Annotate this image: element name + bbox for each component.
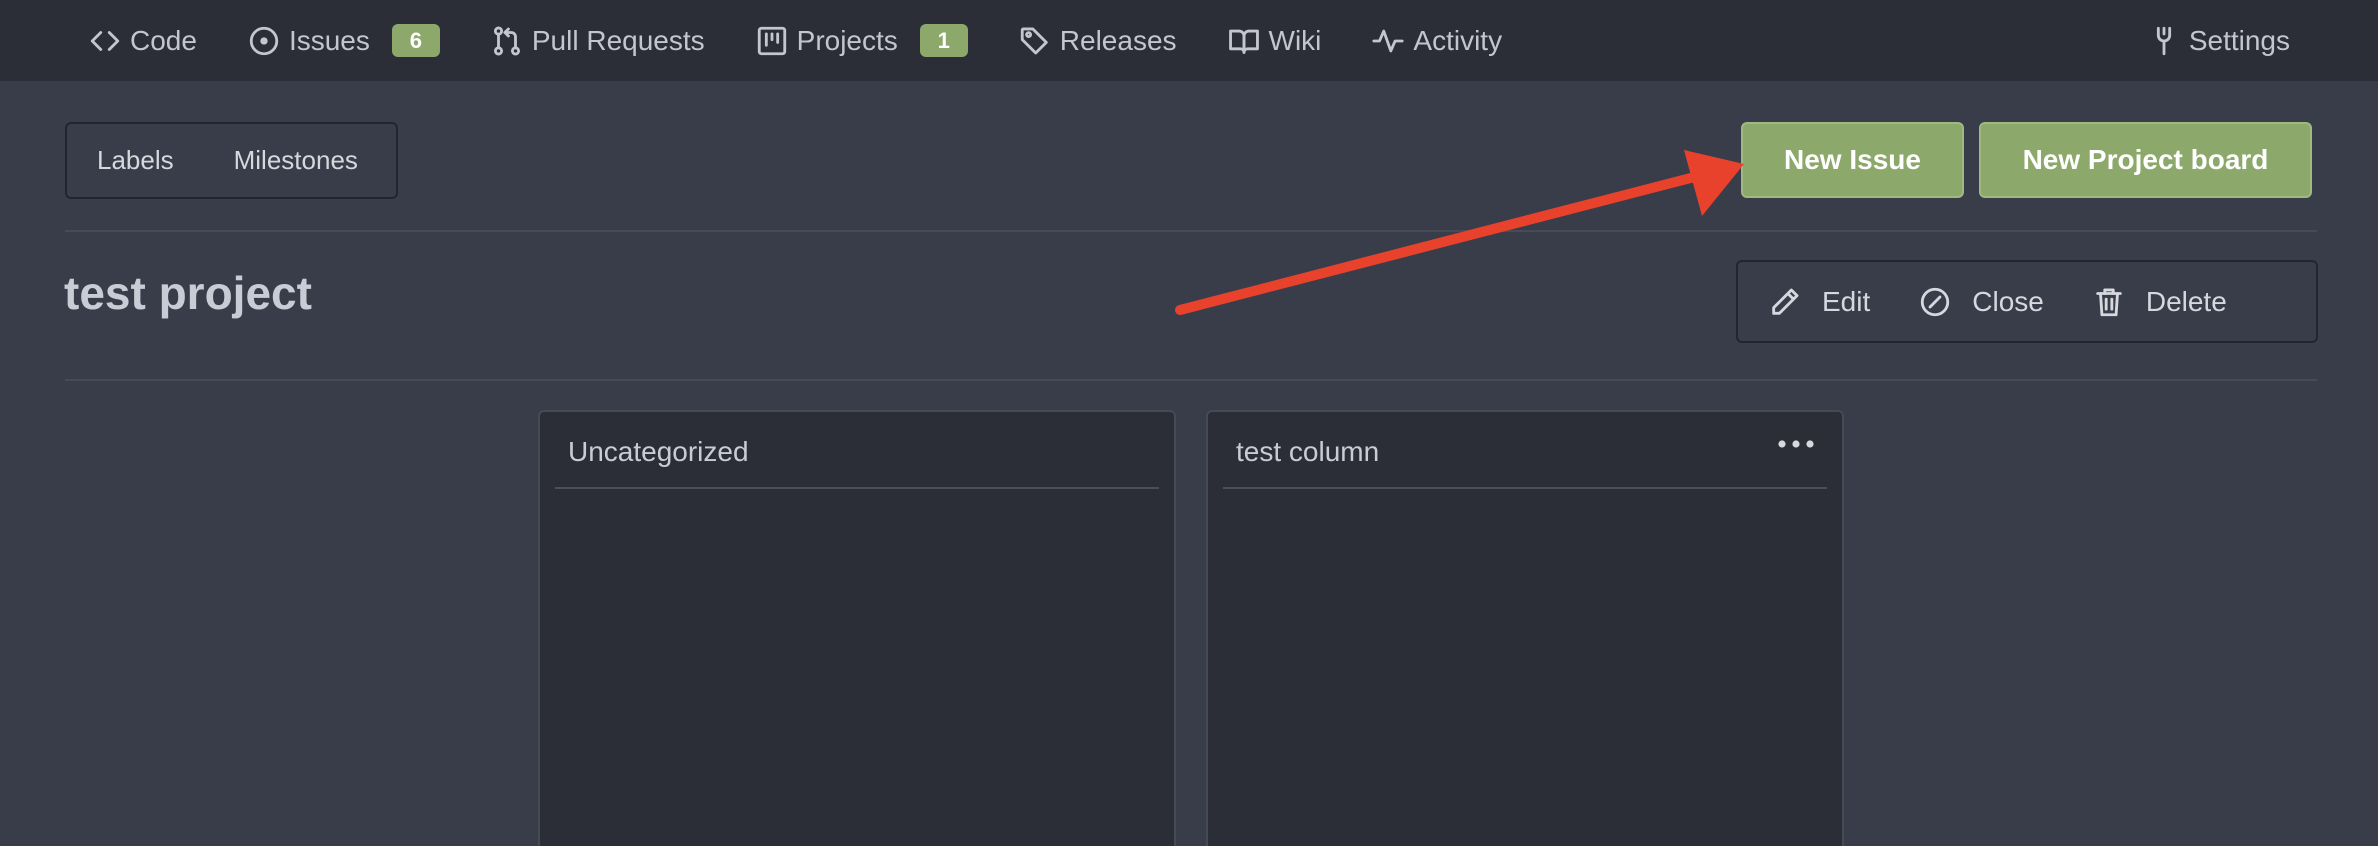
- nav-projects-label: Projects: [796, 24, 898, 56]
- pencil-icon: [1768, 285, 1802, 319]
- git-pull-request-icon: [490, 24, 524, 58]
- issue-opened-icon: [247, 24, 281, 58]
- nav-code-label: Code: [130, 24, 197, 56]
- circle-slash-icon: [1918, 285, 1952, 319]
- column-title: test column: [1236, 436, 1380, 467]
- delete-label: Delete: [2145, 285, 2227, 317]
- project-page: Code Issues 6 Pull Requests Projects 1 R…: [0, 0, 2378, 846]
- nav-settings[interactable]: Settings: [2147, 0, 2290, 81]
- nav-activity-label: Activity: [1413, 24, 1503, 56]
- issues-submenu: Labels Milestones: [65, 122, 398, 199]
- close-label: Close: [1972, 285, 2044, 317]
- project-column: Uncategorized: [538, 410, 1176, 846]
- nav-releases-label: Releases: [1059, 24, 1177, 56]
- tools-icon: [2147, 24, 2181, 58]
- project-board-icon: [755, 24, 789, 58]
- repo-nav: Code Issues 6 Pull Requests Projects 1 R…: [0, 0, 2378, 81]
- nav-settings-label: Settings: [2188, 24, 2290, 56]
- new-project-board-button[interactable]: New Project board: [1979, 122, 2312, 198]
- projects-count-badge: 1: [919, 24, 968, 57]
- new-issue-button[interactable]: New Issue: [1741, 122, 1964, 198]
- project-title: test project: [64, 267, 312, 319]
- header-divider: [65, 230, 2317, 232]
- column-separator: [1223, 487, 1827, 489]
- nav-wiki[interactable]: Wiki: [1227, 0, 1322, 81]
- nav-wiki-label: Wiki: [1268, 24, 1322, 56]
- project-actions: Edit Close Delete: [1736, 260, 2318, 343]
- edit-label: Edit: [1822, 285, 1871, 317]
- nav-pull-requests[interactable]: Pull Requests: [490, 0, 705, 81]
- nav-pull-requests-label: Pull Requests: [531, 24, 705, 56]
- project-column: test column: [1206, 410, 1844, 846]
- edit-button[interactable]: Edit: [1768, 285, 1870, 319]
- column-title: Uncategorized: [568, 436, 749, 467]
- close-button[interactable]: Close: [1918, 285, 2044, 319]
- title-divider: [65, 379, 2317, 381]
- kebab-horizontal-icon[interactable]: [1776, 436, 1816, 456]
- trash-icon: [2092, 285, 2126, 319]
- pulse-icon: [1371, 24, 1405, 58]
- nav-activity[interactable]: Activity: [1371, 0, 1502, 81]
- nav-projects[interactable]: Projects 1: [755, 0, 968, 81]
- labels-link[interactable]: Labels: [97, 145, 174, 176]
- nav-code[interactable]: Code: [88, 0, 197, 81]
- book-icon: [1227, 24, 1261, 58]
- tag-icon: [1018, 24, 1052, 58]
- issues-count-badge: 6: [391, 24, 440, 57]
- nav-releases[interactable]: Releases: [1018, 0, 1177, 81]
- milestones-link[interactable]: Milestones: [234, 145, 358, 176]
- code-icon: [88, 24, 122, 58]
- column-separator: [555, 487, 1159, 489]
- delete-button[interactable]: Delete: [2092, 285, 2227, 319]
- nav-issues[interactable]: Issues 6: [247, 0, 440, 81]
- nav-issues-label: Issues: [288, 24, 370, 56]
